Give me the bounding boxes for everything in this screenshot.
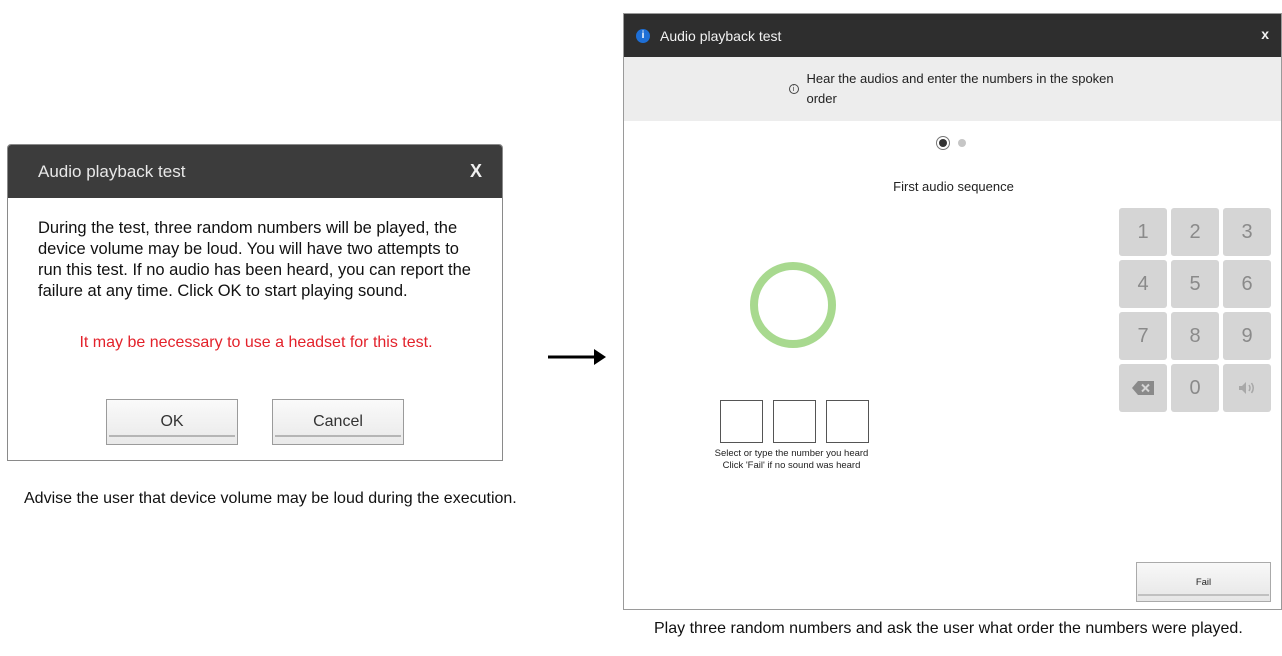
dialog-buttons: OK Cancel (8, 399, 502, 445)
window-titlebar: i Audio playback test x (624, 14, 1281, 57)
digit-input-1[interactable] (720, 400, 763, 443)
close-button[interactable]: X (470, 161, 482, 182)
speaker-icon (1239, 382, 1254, 394)
pager-dot-1[interactable] (936, 136, 950, 150)
dialog-body: During the test, three random numbers wi… (8, 198, 502, 353)
replay-audio-key[interactable] (1223, 364, 1271, 412)
playback-progress-ring (750, 262, 836, 348)
window-close-button[interactable]: x (1261, 26, 1269, 42)
ok-button[interactable]: OK (106, 399, 238, 445)
key-1[interactable]: 1 (1119, 208, 1167, 256)
number-keypad: 1 2 3 4 5 6 7 8 9 0 (1119, 208, 1271, 412)
right-arrow-icon (548, 349, 606, 365)
key-3[interactable]: 3 (1223, 208, 1271, 256)
backspace-icon (1132, 381, 1154, 395)
headset-warning: It may be necessary to use a headset for… (79, 334, 433, 351)
digit-input-3[interactable] (826, 400, 869, 443)
right-caption: Play three random numbers and ask the us… (654, 620, 1243, 637)
window-title: Audio playback test (660, 27, 782, 44)
info-icon: i (636, 28, 650, 43)
left-caption: Advise the user that device volume may b… (24, 490, 517, 507)
dialog-message: During the test, three random numbers wi… (38, 219, 471, 300)
key-2[interactable]: 2 (1171, 208, 1219, 256)
cancel-button[interactable]: Cancel (272, 399, 404, 445)
fail-button[interactable]: Fail (1136, 562, 1271, 602)
hint-line-1: Select or type the number you heard (714, 448, 869, 459)
instruction-text: Hear the audios and enter the numbers in… (806, 71, 1114, 106)
key-5[interactable]: 5 (1171, 260, 1219, 308)
audio-test-window: i Audio playback test x i Hear the audio… (623, 13, 1282, 610)
backspace-key[interactable] (1119, 364, 1167, 412)
digit-input-2[interactable] (773, 400, 816, 443)
digit-input-group (720, 400, 869, 443)
key-6[interactable]: 6 (1223, 260, 1271, 308)
key-4[interactable]: 4 (1119, 260, 1167, 308)
key-8[interactable]: 8 (1171, 312, 1219, 360)
info-circle-icon: i (788, 84, 799, 94)
dialog-titlebar: Audio playback test X (8, 145, 502, 198)
hint-line-2: Click 'Fail' if no sound was heard (722, 460, 861, 471)
input-hint: Select or type the number you heard Clic… (684, 448, 899, 472)
sequence-pager (936, 136, 966, 150)
pager-dot-2[interactable] (958, 139, 966, 147)
dialog-title: Audio playback test (38, 161, 186, 181)
key-0[interactable]: 0 (1171, 364, 1219, 412)
key-7[interactable]: 7 (1119, 312, 1167, 360)
key-9[interactable]: 9 (1223, 312, 1271, 360)
sequence-label: First audio sequence (893, 179, 1014, 194)
volume-warning-dialog: Audio playback test X During the test, t… (7, 144, 503, 461)
instruction-bar: i Hear the audios and enter the numbers … (624, 57, 1281, 121)
